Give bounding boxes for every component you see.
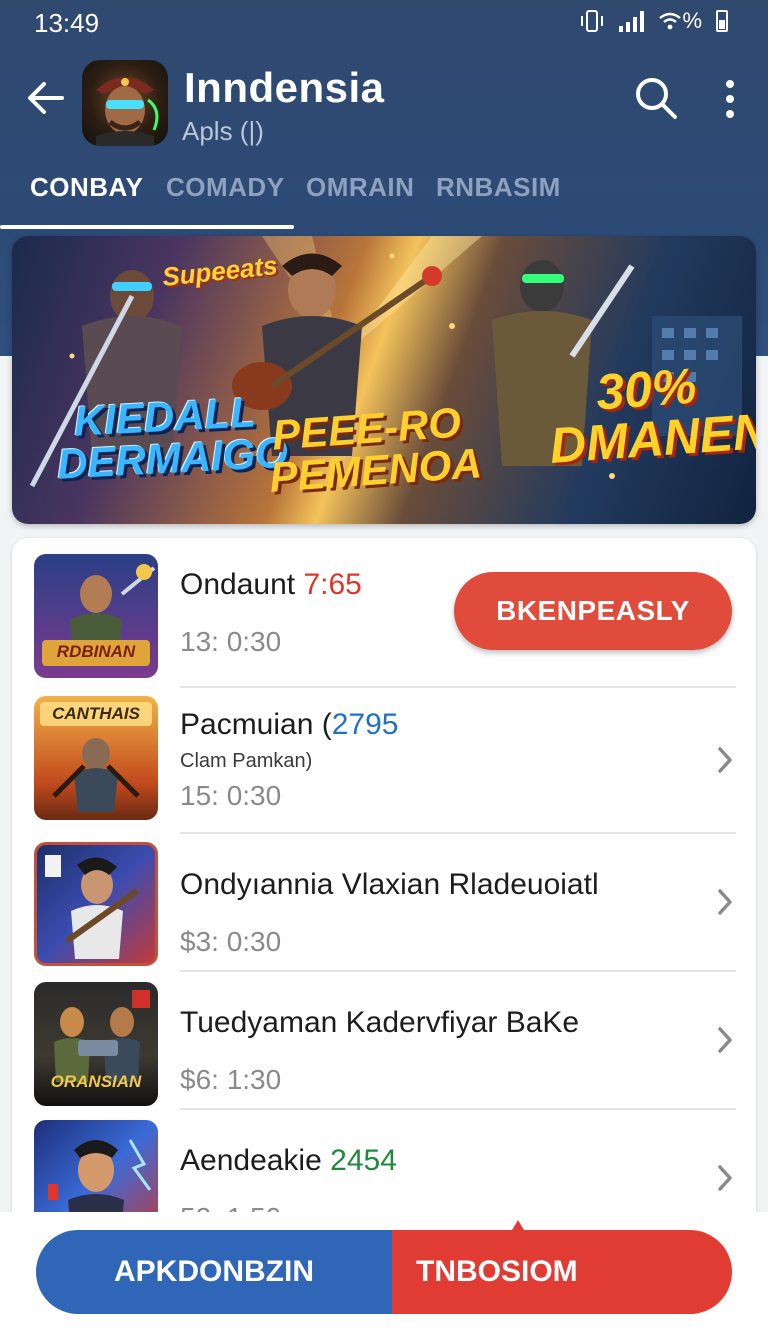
item-thumbnail: RDBINAN <box>34 554 158 678</box>
app-list: RDBINAN Ondaunt 7:65 13: 0:30 BKENPEASLY… <box>12 538 756 1318</box>
list-item[interactable]: ORANSIAN Tuedyaman Kadervfiyar BaKe $6: … <box>12 972 756 1108</box>
item-time: 15: 0:30 <box>180 780 282 811</box>
wifi-icon: % <box>658 8 702 34</box>
category-tabs: CONBAY COMADY OMRAIN RNBASIM <box>0 164 768 230</box>
install-button[interactable]: BKENPEASLY <box>454 572 732 650</box>
back-arrow-icon[interactable] <box>26 78 66 118</box>
chevron-right-icon[interactable] <box>716 888 734 916</box>
download-button[interactable]: APKDONBZIN <box>36 1230 392 1314</box>
chevron-right-icon[interactable] <box>716 746 734 774</box>
bottom-bar-notch <box>512 1220 524 1230</box>
item-time: $6: 1:30 <box>180 1064 282 1095</box>
active-tab-indicator <box>0 225 294 229</box>
app-title: Inndensia <box>184 64 385 111</box>
more-options-icon[interactable] <box>718 78 742 122</box>
item-time: $3: 0:30 <box>180 926 282 957</box>
tab-comady[interactable]: COMADY <box>166 172 285 203</box>
item-accent: 7:65 <box>303 568 362 601</box>
vibrate-icon <box>581 10 604 32</box>
item-meta: Clam Pamkan) <box>180 750 313 772</box>
item-thumbnail <box>34 842 158 966</box>
list-item[interactable]: CANTHAIS Pacmuian (2795 Clam Pamkan) 15:… <box>12 688 756 832</box>
status-bar: 13:49 % <box>0 0 768 46</box>
thumb-label: ORANSIAN <box>50 1072 142 1091</box>
thumb-label: CANTHAIS <box>52 704 140 723</box>
banner-discount-text: 30% DMANEN <box>548 357 756 474</box>
thumb-label: RDBINAN <box>56 642 136 661</box>
item-time: 13: 0:30 <box>180 626 282 657</box>
status-time: 13:49 <box>34 8 100 38</box>
item-name: Tuedyaman Kadervfiyar BaKe <box>180 1006 580 1039</box>
item-thumbnail: ORANSIAN <box>34 982 158 1106</box>
item-accent: 2454 <box>330 1144 397 1177</box>
tab-rnbasim[interactable]: RNBASIM <box>436 172 561 203</box>
promo-banner[interactable]: Supeeats KIEDALL DERMAIGO PEEE-RO PEMENO… <box>12 236 756 524</box>
search-icon[interactable] <box>634 76 678 120</box>
battery-icon <box>716 10 728 32</box>
bottom-action-bar: APKDONBZIN TNBOSIOM <box>0 1212 768 1344</box>
tab-conbay[interactable]: CONBAY <box>30 172 143 203</box>
chevron-right-icon[interactable] <box>716 1026 734 1054</box>
tab-omrain[interactable]: OMRAIN <box>306 172 414 203</box>
chevron-right-icon[interactable] <box>716 1164 734 1192</box>
app-icon[interactable] <box>82 60 168 146</box>
banner-mid-text: PEEE-RO PEMENOA <box>268 398 484 501</box>
list-item[interactable]: RDBINAN Ondaunt 7:65 13: 0:30 BKENPEASLY <box>12 538 756 686</box>
app-subtitle: Apls (|) <box>182 116 264 146</box>
banner-left-text: KIEDALL DERMAIGO <box>55 388 290 488</box>
item-name: Aendeakie 2454 <box>180 1144 397 1177</box>
status-icons: % <box>579 8 728 34</box>
item-name: Ondaunt 7:65 <box>180 568 362 601</box>
item-name: Pacmuian (2795 <box>180 708 399 741</box>
item-thumbnail: CANTHAIS <box>34 696 158 820</box>
item-accent: 2795 <box>331 708 399 741</box>
secondary-action-button[interactable]: TNBOSIOM <box>392 1230 732 1314</box>
signal-icon <box>619 10 645 32</box>
item-name: Ondyıannia Vlaxian Rladeuoiatl <box>180 868 599 901</box>
list-item[interactable]: Ondyıannia Vlaxian Rladeuoiatl $3: 0:30 <box>12 834 756 970</box>
wifi-percent: % <box>682 8 702 33</box>
